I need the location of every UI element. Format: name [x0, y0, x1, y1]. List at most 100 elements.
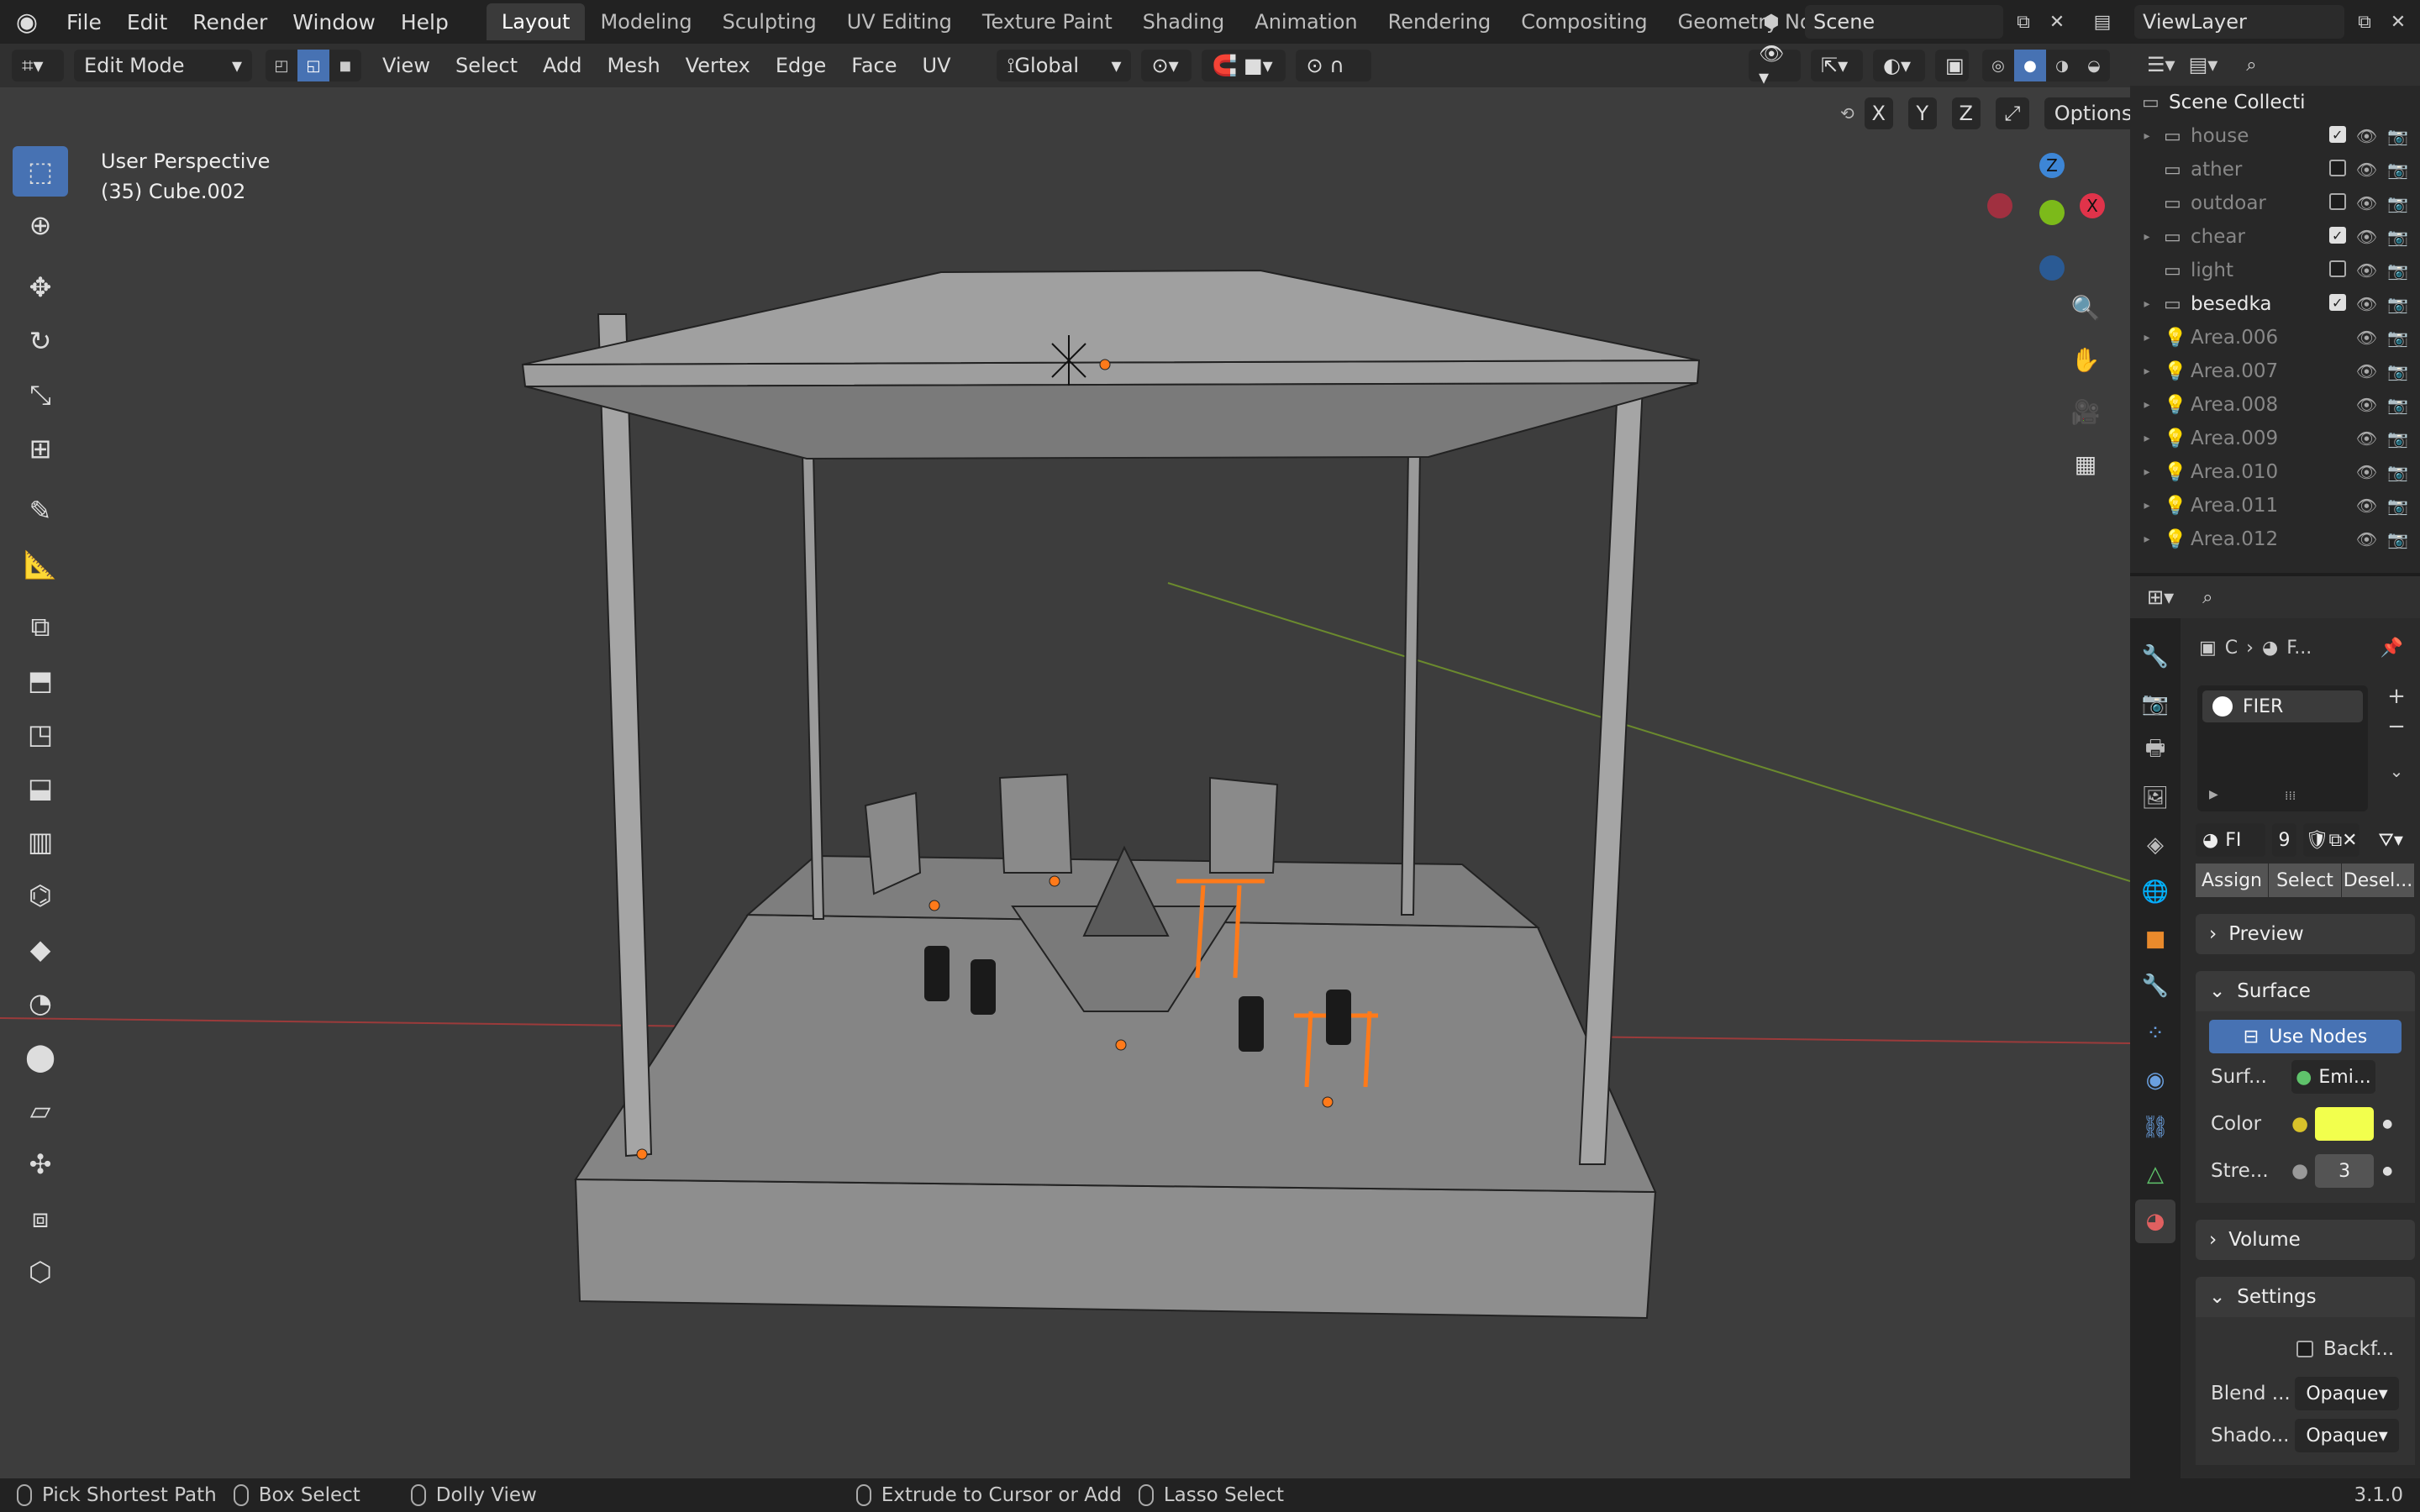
- render-camera-icon[interactable]: 📷: [2387, 462, 2408, 482]
- editor-type-dropdown[interactable]: ⌗▾: [12, 50, 64, 81]
- eye-icon[interactable]: 👁: [2356, 395, 2377, 415]
- object-tab-icon[interactable]: ■: [2135, 917, 2175, 961]
- tab-compositing[interactable]: Compositing: [1506, 3, 1662, 40]
- proportional-edit-dropdown[interactable]: ⊙ ∩: [1296, 50, 1372, 81]
- render-camera-icon[interactable]: 📷: [2387, 361, 2408, 381]
- tab-texture-paint[interactable]: Texture Paint: [967, 3, 1128, 40]
- tool-tab-icon[interactable]: 🔧: [2135, 635, 2175, 679]
- render-camera-icon[interactable]: 📷: [2387, 260, 2408, 281]
- menu-file[interactable]: File: [54, 0, 114, 44]
- menu-uv[interactable]: UV: [910, 54, 964, 77]
- render-camera-icon[interactable]: 📷: [2387, 294, 2408, 314]
- link-dropdown[interactable]: ⛛▾: [2366, 823, 2415, 857]
- snap-dropdown[interactable]: 🧲 ■▾: [1202, 50, 1286, 81]
- overlay-toggle[interactable]: ◐▾: [1873, 50, 1925, 81]
- mirror-x-button[interactable]: X: [1864, 97, 1893, 129]
- face-select-icon[interactable]: ◼: [329, 50, 361, 81]
- mode-dropdown[interactable]: Edit Mode ▾: [74, 50, 252, 81]
- expand-arrow-icon[interactable]: ▸: [2130, 398, 2164, 412]
- eye-icon[interactable]: 👁: [2356, 260, 2377, 281]
- preview-panel[interactable]: › Preview: [2196, 914, 2415, 954]
- menu-render[interactable]: Render: [180, 0, 280, 44]
- loop-cut-icon[interactable]: ▥: [13, 816, 68, 867]
- mirror-y-button[interactable]: Y: [1907, 97, 1937, 129]
- eye-icon[interactable]: 👁: [2356, 428, 2377, 449]
- slot-menu-icon[interactable]: ⌄: [2390, 761, 2404, 781]
- outliner-item-chear[interactable]: ▸ ▭ chear ✓ 👁 📷: [2130, 220, 2420, 254]
- tab-rendering[interactable]: Rendering: [1373, 3, 1507, 40]
- volume-panel[interactable]: › Volume: [2196, 1220, 2415, 1260]
- exclude-checkbox[interactable]: ✓: [2328, 227, 2346, 244]
- material-slot[interactable]: FIER: [2202, 690, 2363, 722]
- delete-scene-icon[interactable]: ✕: [2040, 5, 2074, 39]
- exclude-checkbox[interactable]: [2328, 193, 2346, 210]
- add-slot-icon[interactable]: +: [2387, 684, 2406, 709]
- outliner-item-area-009[interactable]: ▸ 💡 Area.009 👁 📷: [2130, 422, 2420, 455]
- surface-shader-field[interactable]: ● Emi...: [2291, 1060, 2375, 1094]
- render-camera-icon[interactable]: 📷: [2387, 395, 2408, 415]
- render-camera-icon[interactable]: 📷: [2387, 428, 2408, 449]
- display-mode-icon[interactable]: ▤▾: [2189, 53, 2218, 76]
- solid-shading-icon[interactable]: ●: [2014, 50, 2046, 81]
- expand-icon[interactable]: ▶: [2209, 788, 2218, 801]
- gizmo-toggle[interactable]: ⇱▾: [1811, 50, 1863, 81]
- pan-hand-icon[interactable]: ✋: [2064, 338, 2107, 381]
- deselect-button[interactable]: Desel...: [2342, 864, 2415, 897]
- view-layer-tab-icon[interactable]: 🖼: [2135, 776, 2175, 820]
- use-nodes-button[interactable]: ⊟ Use Nodes: [2209, 1020, 2402, 1053]
- menu-vertex[interactable]: Vertex: [673, 54, 763, 77]
- settings-panel[interactable]: ⌄ Settings: [2196, 1277, 2415, 1317]
- world-tab-icon[interactable]: 🌐: [2135, 870, 2175, 914]
- wireframe-shading-icon[interactable]: ◎: [1982, 50, 2014, 81]
- assign-button[interactable]: Assign: [2196, 864, 2269, 897]
- outliner-item-besedka[interactable]: ▸ ▭ besedka ✓ 👁 📷: [2130, 287, 2420, 321]
- constraints-tab-icon[interactable]: ⛓: [2135, 1105, 2175, 1149]
- rip-icon[interactable]: ⬡: [13, 1247, 68, 1297]
- pin-icon[interactable]: 📌: [2381, 638, 2403, 659]
- remove-slot-icon[interactable]: −: [2387, 714, 2406, 739]
- blend-dropdown[interactable]: Opaque ▾: [2295, 1377, 2399, 1410]
- scene-selector[interactable]: Scene: [1805, 5, 2003, 39]
- render-tab-icon[interactable]: 📷: [2135, 682, 2175, 726]
- xray-toggle[interactable]: ▣: [1935, 50, 1969, 81]
- rotate-icon[interactable]: ↻: [13, 316, 68, 366]
- color-swatch[interactable]: [2315, 1107, 2375, 1141]
- modifier-tab-icon[interactable]: 🔧: [2135, 964, 2175, 1008]
- outliner-root[interactable]: ▭ Scene Collecti: [2130, 86, 2420, 119]
- gizmo-y-axis[interactable]: [2039, 200, 2065, 225]
- outliner-item-area-006[interactable]: ▸ 💡 Area.006 👁 📷: [2130, 321, 2420, 354]
- strength-field[interactable]: 3: [2315, 1154, 2375, 1188]
- annotate-icon[interactable]: ✎: [13, 486, 68, 536]
- expand-arrow-icon[interactable]: ▸: [2130, 432, 2164, 445]
- expand-arrow-icon[interactable]: ▸: [2130, 297, 2164, 311]
- eye-icon[interactable]: 👁: [2356, 496, 2377, 516]
- inset-icon[interactable]: ◳: [13, 709, 68, 759]
- 3d-viewport[interactable]: ⬚ ⊕ ✥ ↻ ⤡ ⊞ ✎ 📐 ⧉ ⬒ ◳ ⬓ ▥ ⌬ ◆ ◔ ⬤ ▱ ✣ ⧈ …: [0, 87, 2130, 1478]
- outliner-item-light[interactable]: ▭ light 👁 📷: [2130, 254, 2420, 287]
- render-camera-icon[interactable]: 📷: [2387, 529, 2408, 549]
- eye-icon[interactable]: 👁: [2356, 160, 2377, 180]
- material-tab-icon[interactable]: ◕: [2135, 1200, 2175, 1243]
- transform-icon[interactable]: ⊞: [13, 423, 68, 474]
- delete-view-layer-icon[interactable]: ✕: [2381, 5, 2415, 39]
- render-camera-icon[interactable]: 📷: [2387, 227, 2408, 247]
- keyframe-dot-icon[interactable]: ●: [2382, 1117, 2392, 1131]
- eye-icon[interactable]: 👁: [2356, 294, 2377, 314]
- tab-sculpting[interactable]: Sculpting: [708, 3, 832, 40]
- knife-icon[interactable]: ⌬: [13, 870, 68, 921]
- gizmo-z-axis[interactable]: Z: [2039, 153, 2065, 178]
- select-button[interactable]: Select: [2269, 864, 2342, 897]
- new-view-layer-icon[interactable]: ⧉: [2348, 5, 2381, 39]
- exclude-checkbox[interactable]: ✓: [2328, 126, 2346, 143]
- scene-tab-icon[interactable]: ◈: [2135, 823, 2175, 867]
- render-camera-icon[interactable]: 📷: [2387, 160, 2408, 180]
- exclude-checkbox[interactable]: ✓: [2328, 294, 2346, 311]
- auto-merge-icon[interactable]: ⤢: [1995, 97, 2029, 129]
- ortho-grid-icon[interactable]: ▦: [2064, 442, 2107, 486]
- rendered-shading-icon[interactable]: ◒: [2078, 50, 2110, 81]
- orientation-dropdown[interactable]: ⟟ Global ▾: [997, 50, 1132, 81]
- eye-icon[interactable]: 👁: [2356, 529, 2377, 549]
- resize-handle-icon[interactable]: ⁞⁞⁞: [2285, 790, 2296, 803]
- mirror-z-button[interactable]: Z: [1951, 97, 1981, 129]
- shear-icon[interactable]: ⧈: [13, 1193, 68, 1243]
